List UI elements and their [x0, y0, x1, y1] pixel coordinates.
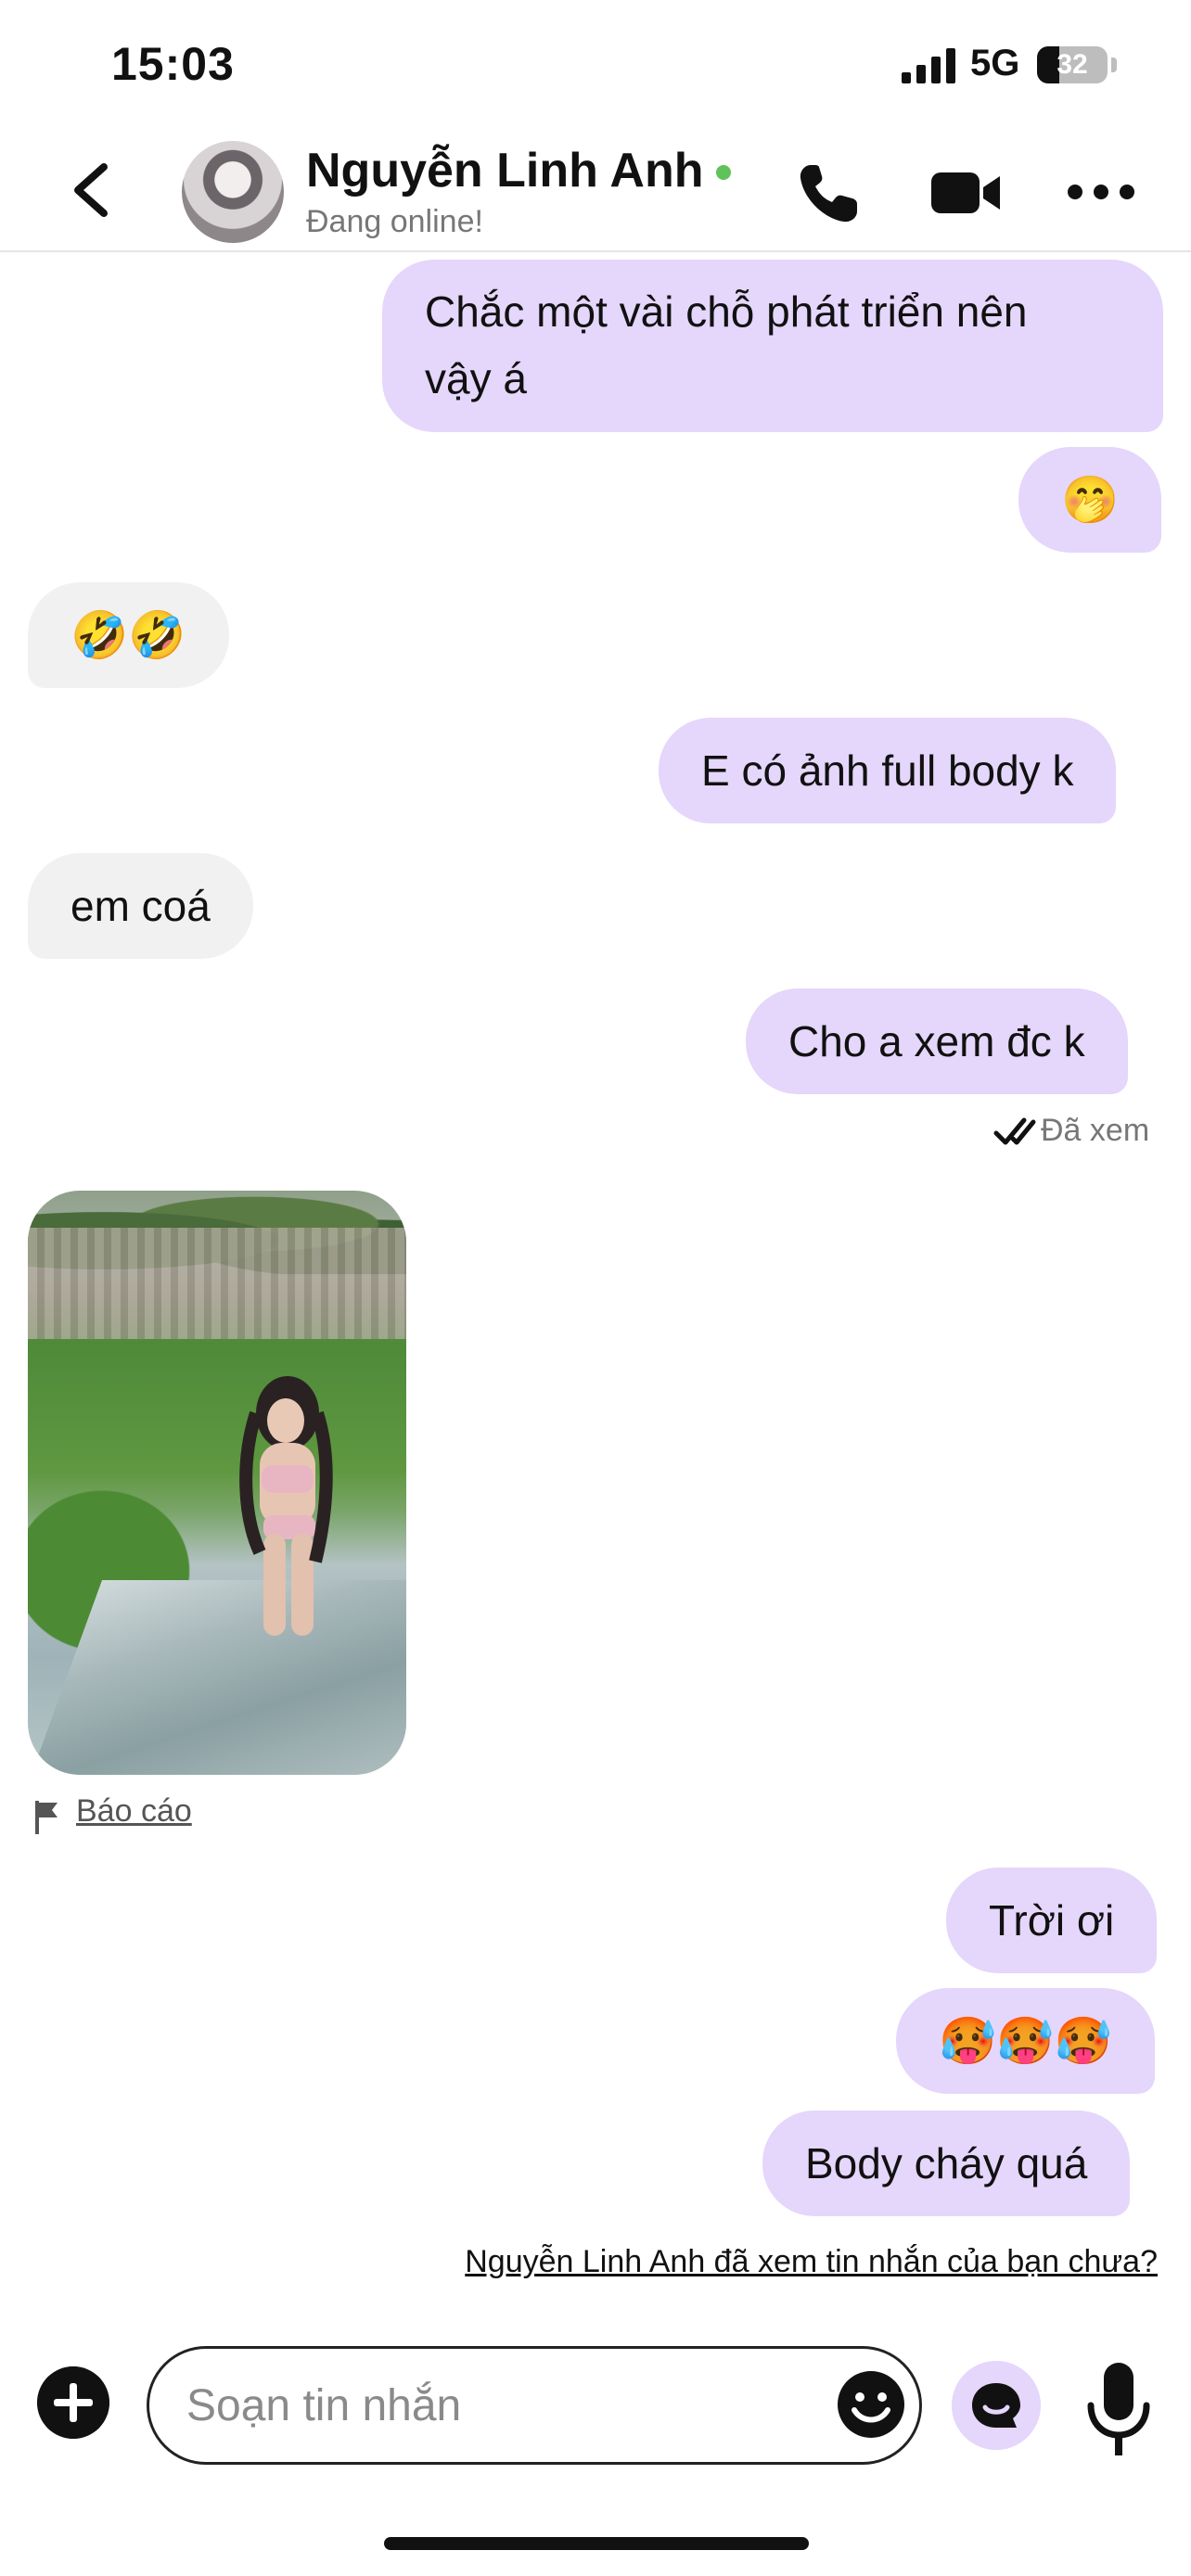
message-input[interactable] [186, 2349, 817, 2462]
seen-check-icon [993, 1117, 1036, 1145]
message-incoming-emoji[interactable]: 🤣🤣 [28, 582, 229, 688]
battery-percent: 32 [1057, 49, 1088, 80]
message-outgoing-emoji[interactable]: 🤭 [1018, 447, 1162, 553]
emoji-picker-icon[interactable] [836, 2369, 906, 2440]
read-receipt-prompt[interactable]: Nguyễn Linh Anh đã xem tin nhắn của bạn … [465, 2244, 1158, 2280]
message-incoming[interactable]: em coá [28, 853, 253, 959]
online-indicator [716, 165, 731, 180]
battery-tip [1111, 57, 1117, 72]
add-attachment-button[interactable] [37, 2366, 109, 2439]
message-outgoing[interactable]: Trời ơi [946, 1868, 1158, 1973]
back-chevron-icon[interactable] [63, 158, 119, 223]
video-camera-icon[interactable] [929, 167, 1004, 219]
microphone-icon[interactable] [1083, 2359, 1154, 2461]
more-options-icon[interactable] [1067, 184, 1135, 200]
flag-icon[interactable] [33, 1799, 61, 1836]
status-time: 15:03 [111, 38, 235, 90]
message-composer [147, 2346, 922, 2465]
message-outgoing[interactable]: Cho a xem đc k [746, 988, 1128, 1094]
battery-icon: 32 [1037, 46, 1108, 83]
contact-name[interactable]: Nguyễn Linh Anh [306, 143, 703, 198]
photo-person [239, 1376, 333, 1636]
chat-header: Nguyễn Linh Anh Đang online! [0, 130, 1191, 252]
status-bar: 15:03 5G 32 [0, 0, 1191, 130]
message-outgoing[interactable]: Body cháy quá [762, 2111, 1131, 2216]
contact-status: Đang online! [306, 204, 483, 239]
message-outgoing-emoji[interactable]: 🥵🥵🥵 [896, 1988, 1155, 2094]
message-outgoing[interactable]: Chắc một vài chỗ phát triển nên vậy á [382, 260, 1163, 432]
signal-icon [902, 48, 955, 83]
avatar[interactable] [182, 141, 284, 243]
report-link[interactable]: Báo cáo [76, 1793, 192, 1830]
seen-status: Đã xem [1041, 1113, 1150, 1148]
assistant-chat-icon[interactable] [952, 2361, 1041, 2450]
message-outgoing[interactable]: E có ảnh full body k [659, 718, 1117, 823]
photo-fence [28, 1228, 406, 1339]
phone-icon[interactable] [796, 159, 863, 226]
home-indicator [384, 2537, 809, 2550]
message-photo[interactable] [28, 1191, 406, 1775]
network-type: 5G [970, 43, 1020, 83]
